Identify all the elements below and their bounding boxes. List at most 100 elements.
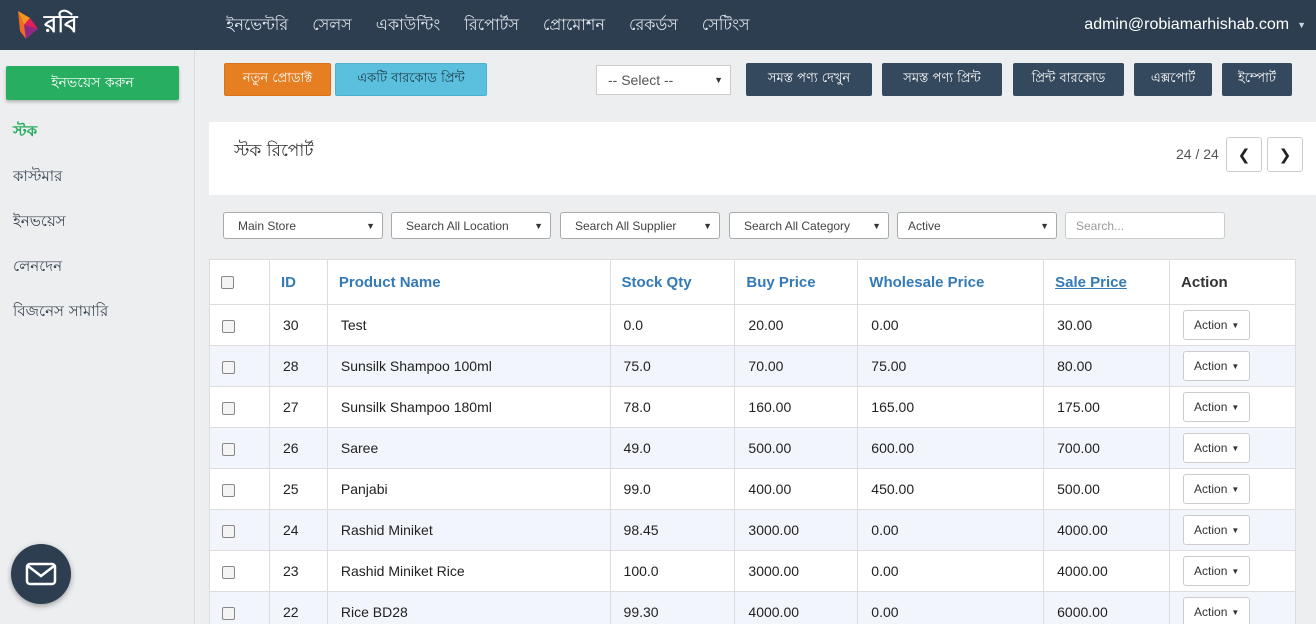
select-all-checkbox[interactable]	[221, 276, 234, 290]
header-product-name[interactable]: Product Name	[326, 259, 611, 305]
buy-price-cell: 3000.00	[734, 550, 859, 592]
stock-qty-cell: 99.0	[609, 468, 736, 510]
action-dropdown-button[interactable]: Action ▼	[1183, 351, 1251, 381]
caret-down-icon: ▼	[1231, 443, 1240, 453]
row-checkbox[interactable]	[222, 401, 235, 415]
table-row: 23 Rashid Miniket Rice 100.0 3000.00 0.00 400…	[209, 550, 1296, 592]
create-invoice-button[interactable]: ইনভয়েস করুন	[6, 66, 179, 100]
action-dropdown-button[interactable]: Action ▼	[1183, 515, 1251, 545]
action-label: Action	[1194, 359, 1228, 373]
print-barcode-button[interactable]: প্রিন্ট বারকোড	[1013, 63, 1124, 96]
view-all-products-button[interactable]: সমস্ত পণ্য দেখুন	[746, 63, 872, 96]
table-row: 24 Rashid Miniket 98.45 3000.00 0.00 4000.00 A…	[209, 509, 1296, 551]
action-cell: Action ▼	[1169, 468, 1296, 510]
user-menu[interactable]: admin@robiamarhishab.com ▼	[1084, 0, 1306, 50]
sale-price-cell: 500.00	[1043, 468, 1171, 510]
nav-settings[interactable]: সেটিংস	[690, 12, 762, 39]
action-dropdown-button[interactable]: Action ▼	[1183, 433, 1251, 463]
row-checkbox[interactable]	[222, 607, 235, 621]
status-filter[interactable]: Active ▼	[897, 212, 1057, 239]
table-row: 22 Rice BD28 99.30 4000.00 0.00 6000.00 Action…	[209, 591, 1296, 624]
top-select[interactable]: -- Select -- ▼	[596, 65, 731, 95]
message-button[interactable]	[11, 544, 71, 604]
row-checkbox[interactable]	[222, 524, 235, 538]
sidebar-item-business-summary[interactable]: বিজনেস সামারি	[13, 300, 108, 345]
header-id[interactable]: ID	[268, 259, 328, 305]
buy-price-cell: 20.00	[734, 304, 859, 346]
product-name-cell: Rice BD28	[326, 591, 611, 624]
chevron-right-icon: ❯	[1278, 146, 1292, 164]
header-buy-price[interactable]: Buy Price	[734, 259, 859, 305]
buy-price-cell: 3000.00	[734, 509, 859, 551]
product-name-cell: Sunsilk Shampoo 100ml	[326, 345, 611, 387]
caret-down-icon: ▼	[1231, 320, 1240, 330]
stock-qty-cell: 98.45	[609, 509, 736, 551]
chevron-down-icon: ▼	[703, 220, 712, 231]
import-button[interactable]: ইম্পোর্ট	[1222, 63, 1292, 96]
action-dropdown-button[interactable]: Action ▼	[1183, 556, 1251, 586]
row-checkbox[interactable]	[222, 483, 235, 497]
store-filter[interactable]: Main Store ▼	[223, 212, 383, 239]
top-navbar: রবি ইনভেন্টরি সেলস একাউন্টিং রিপোর্টস প্…	[0, 0, 1316, 50]
sale-price-cell: 700.00	[1043, 427, 1171, 469]
chevron-down-icon: ▼	[714, 75, 723, 85]
sidebar-item-customer[interactable]: কাস্টমার	[13, 165, 108, 210]
nav-accounting[interactable]: একাউন্টিং	[364, 12, 453, 39]
sidebar-item-stock[interactable]: স্টক	[13, 120, 108, 165]
page-title: স্টক রিপোর্ট	[234, 141, 314, 161]
row-checkbox[interactable]	[222, 360, 235, 374]
wholesale-price-cell: 600.00	[857, 427, 1045, 469]
action-dropdown-button[interactable]: Action ▼	[1183, 597, 1251, 624]
table-row: 27 Sunsilk Shampoo 180ml 78.0 160.00 165.00 1…	[209, 386, 1296, 428]
nav-promotion[interactable]: প্রোমোশন	[531, 12, 617, 39]
category-filter[interactable]: Search All Category ▼	[729, 212, 889, 239]
action-cell: Action ▼	[1169, 304, 1296, 346]
header-sale-price[interactable]: Sale Price	[1043, 259, 1171, 305]
table-row: 28 Sunsilk Shampoo 100ml 75.0 70.00 75.00 80.…	[209, 345, 1296, 387]
header-stock-qty[interactable]: Stock Qty	[609, 259, 736, 305]
next-page-button[interactable]: ❯	[1267, 137, 1303, 172]
print-all-products-button[interactable]: সমস্ত পণ্য প্রিন্ট	[882, 63, 1002, 96]
table-body: 30 Test 0.0 20.00 0.00 30.00 Action ▼ 28 Sunsilk …	[209, 304, 1296, 624]
buy-price-cell: 4000.00	[734, 591, 859, 624]
action-dropdown-button[interactable]: Action ▼	[1183, 392, 1251, 422]
brand-logo[interactable]: রবি	[18, 10, 77, 42]
action-dropdown-button[interactable]: Action ▼	[1183, 310, 1251, 340]
nav-sales[interactable]: সেলস	[300, 12, 364, 39]
print-single-barcode-button[interactable]: একটি বারকোড প্রিন্ট	[335, 63, 487, 96]
caret-down-icon: ▼	[1231, 402, 1240, 412]
row-checkbox[interactable]	[222, 565, 235, 579]
row-select-cell	[209, 386, 270, 428]
row-select-cell	[209, 345, 270, 387]
sale-price-cell: 4000.00	[1043, 550, 1171, 592]
sale-price-cell: 4000.00	[1043, 509, 1171, 551]
location-filter-value: Search All Location	[406, 218, 509, 233]
sidebar-item-invoice[interactable]: ইনভয়েস	[13, 210, 108, 255]
row-checkbox[interactable]	[222, 319, 235, 333]
caret-down-icon: ▼	[1231, 361, 1240, 371]
nav-reports[interactable]: রিপোর্টস	[452, 12, 531, 39]
header-wholesale-price[interactable]: Wholesale Price	[857, 259, 1045, 305]
prev-page-button[interactable]: ❮	[1226, 137, 1262, 172]
nav-inventory[interactable]: ইনভেন্টরি	[214, 12, 300, 39]
caret-down-icon: ▼	[1231, 525, 1240, 535]
stock-qty-cell: 49.0	[609, 427, 736, 469]
sidebar-item-transactions[interactable]: লেনদেন	[13, 255, 108, 300]
export-button[interactable]: এক্সপোর্ট	[1134, 63, 1212, 96]
location-filter[interactable]: Search All Location ▼	[391, 212, 551, 239]
wholesale-price-cell: 75.00	[857, 345, 1045, 387]
chevron-down-icon: ▼	[1297, 20, 1306, 30]
nav-records[interactable]: রেকর্ডস	[617, 12, 690, 39]
action-label: Action	[1194, 482, 1228, 496]
row-checkbox[interactable]	[222, 442, 235, 456]
stock-qty-cell: 75.0	[609, 345, 736, 387]
supplier-filter[interactable]: Search All Supplier ▼	[560, 212, 720, 239]
action-cell: Action ▼	[1169, 591, 1296, 624]
action-dropdown-button[interactable]: Action ▼	[1183, 474, 1251, 504]
search-input[interactable]: Search...	[1065, 212, 1225, 239]
caret-down-icon: ▼	[1231, 607, 1240, 617]
action-label: Action	[1194, 318, 1228, 332]
sidebar: ইনভয়েস করুন স্টক কাস্টমার ইনভয়েস লেনদে…	[0, 50, 195, 624]
new-product-button[interactable]: নতুন প্রোডাক্ট	[224, 63, 331, 96]
table-row: 30 Test 0.0 20.00 0.00 30.00 Action ▼	[209, 304, 1296, 346]
